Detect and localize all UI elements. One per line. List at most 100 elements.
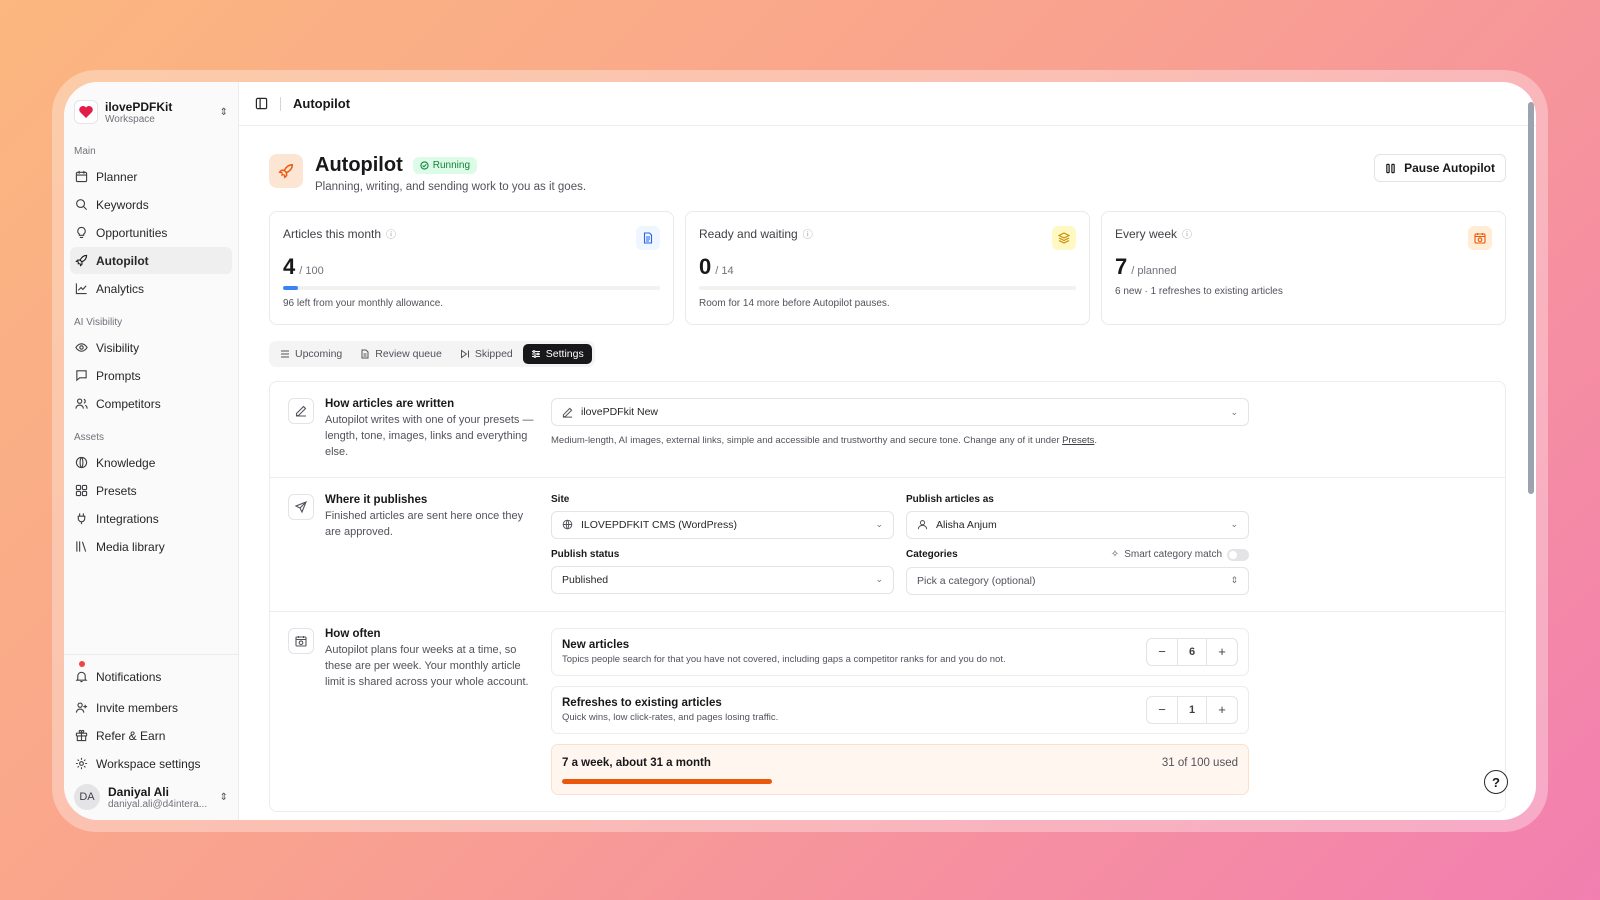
chart-line-icon [75, 283, 87, 295]
sidebar-toggle-icon[interactable] [255, 97, 268, 110]
chevron-down-icon: ⌄ [875, 574, 883, 585]
decrement-button[interactable]: − [1147, 639, 1177, 665]
sidebar-item-visibility[interactable]: Visibility [70, 334, 232, 361]
bell-icon [75, 671, 88, 683]
sidebar-item-media-library[interactable]: Media library [70, 533, 232, 560]
sidebar-item-opportunities[interactable]: Opportunities [70, 219, 232, 246]
sparkles-icon: ✧ [1110, 549, 1120, 561]
pause-icon [1386, 163, 1395, 173]
page-subtitle: Planning, writing, and sending work to y… [315, 181, 587, 193]
smart-category-match: ✧ Smart category match [1110, 548, 1249, 561]
tab-upcoming[interactable]: Upcoming [272, 344, 350, 364]
sidebar-item-competitors[interactable]: Competitors [70, 390, 232, 417]
chevron-up-down-icon: ⇕ [1230, 575, 1238, 586]
help-button[interactable]: ? [1484, 770, 1508, 794]
sidebar-item-knowledge[interactable]: Knowledge [70, 449, 232, 476]
tab-label: Upcoming [295, 348, 343, 360]
stat-value: 7 [1115, 254, 1128, 279]
site-select[interactable]: ILOVEPDFKIT CMS (WordPress) ⌄ [551, 510, 894, 539]
sidebar-item-refer-earn[interactable]: Refer & Earn [70, 722, 232, 749]
user-name: Daniyal Ali [108, 784, 169, 799]
increment-button[interactable]: + [1207, 639, 1237, 665]
card-footnote: 6 new · 1 refreshes to existing articles [1115, 286, 1283, 297]
sidebar-item-label: Media library [96, 539, 165, 554]
tab-label: Settings [545, 348, 584, 360]
sidebar-item-planner[interactable]: Planner [70, 163, 232, 190]
notification-dot [79, 661, 85, 667]
stat-card-every-week: Every week ⓘ 7/ planned 6 new · 1 refresh… [1101, 211, 1506, 325]
smart-label: Smart category match [1124, 549, 1222, 561]
pause-autopilot-button[interactable]: Pause Autopilot [1374, 154, 1506, 182]
stat-value: 4 [283, 254, 296, 279]
sidebar-item-workspace-settings[interactable]: Workspace settings [70, 750, 232, 777]
sidebar-item-label: Knowledge [96, 455, 156, 470]
card-title: Every week [1115, 226, 1178, 241]
sidebar-item-keywords[interactable]: Keywords [70, 191, 232, 218]
sidebar-item-label: Refer & Earn [96, 728, 166, 743]
card-footnote: Room for 14 more before Autopilot pauses… [699, 298, 890, 309]
sidebar-item-invite-members[interactable]: Invite members [70, 694, 232, 721]
workspace-switcher[interactable]: ilovePDFKit Workspace ⇕ [64, 92, 238, 132]
presets-link[interactable]: Presets [1062, 435, 1094, 446]
tab-settings[interactable]: Settings [522, 344, 592, 364]
smart-category-toggle[interactable] [1227, 548, 1249, 561]
row-how-often: How often Autopilot plans four weeks at … [270, 612, 1505, 811]
scrollbar[interactable] [1528, 102, 1534, 494]
usage-bar [562, 778, 1238, 784]
card-footnote: 96 left from your monthly allowance. [283, 298, 444, 309]
info-icon[interactable]: ⓘ [386, 226, 396, 241]
chevron-up-down-icon: ⇕ [219, 791, 228, 803]
user-menu[interactable]: DA Daniyal Ali daniyal.ali@d4intera... ⇕ [64, 778, 238, 820]
increment-button[interactable]: + [1207, 697, 1237, 723]
publish-status-select[interactable]: Published ⌄ [551, 565, 894, 594]
globe-icon [75, 456, 88, 469]
stat-total: / 100 [299, 265, 324, 277]
info-icon[interactable]: ⓘ [1182, 226, 1192, 241]
stepper-value[interactable]: 6 [1177, 638, 1207, 665]
sidebar-item-analytics[interactable]: Analytics [70, 275, 232, 302]
hint-text: Medium-length, AI images, external links… [551, 435, 1063, 446]
publish-as-label: Publish articles as [906, 493, 994, 505]
preset-select[interactable]: ilovePDFkit New ⌄ [551, 398, 1249, 426]
info-icon[interactable]: ⓘ [803, 226, 813, 241]
sidebar-item-label: Visibility [96, 340, 140, 355]
category-select[interactable]: Pick a category (optional) ⇕ [906, 566, 1249, 595]
send-icon [288, 493, 314, 520]
sidebar-item-notifications[interactable]: Notifications [70, 661, 232, 690]
lightbulb-icon [77, 226, 86, 238]
sidebar-item-prompts[interactable]: Prompts [70, 362, 232, 389]
new-articles-control: New articles Topics people search for th… [551, 627, 1249, 676]
sidebar-item-label: Analytics [96, 281, 145, 296]
section-title: Where it publishes [325, 493, 428, 506]
section-description: Autopilot plans four weeks at a time, so… [325, 643, 529, 688]
section-title: How articles are written [325, 398, 455, 410]
stepper-value[interactable]: 1 [1177, 696, 1207, 723]
sliders-icon [531, 350, 540, 358]
row-where-publishes: Where it publishes Finished articles are… [270, 478, 1505, 612]
pencil-icon [562, 407, 573, 418]
sidebar: ilovePDFKit Workspace ⇕ Main Planner Key… [64, 82, 239, 820]
section-label-main: Main [74, 146, 96, 157]
sidebar-item-label: Keywords [96, 197, 149, 212]
tab-review-queue[interactable]: Review queue [352, 344, 450, 364]
decrement-button[interactable]: − [1147, 697, 1177, 723]
window-frame: ilovePDFKit Workspace ⇕ Main Planner Key… [52, 70, 1548, 832]
select-value: ILOVEPDFKIT CMS (WordPress) [581, 518, 737, 531]
sidebar-item-label: Integrations [96, 511, 159, 526]
skip-icon [460, 349, 469, 359]
author-select[interactable]: Alisha Anjum ⌄ [906, 510, 1249, 539]
chevron-down-icon: ⌄ [1230, 519, 1238, 530]
sidebar-item-integrations[interactable]: Integrations [70, 505, 232, 532]
select-placeholder: Pick a category (optional) [917, 574, 1036, 587]
tab-skipped[interactable]: Skipped [452, 344, 521, 364]
sidebar-item-label: Workspace settings [96, 756, 201, 771]
sidebar-item-presets[interactable]: Presets [70, 477, 232, 504]
gift-icon [75, 729, 88, 742]
sidebar-item-autopilot[interactable]: Autopilot [70, 247, 232, 274]
select-value: ilovePDFkit New [581, 406, 659, 418]
chevron-down-icon: ⌄ [875, 519, 883, 530]
sidebar-item-label: Competitors [96, 396, 161, 411]
publish-status-label: Publish status [551, 548, 620, 560]
freq-description: Quick wins, low click-rates, and pages l… [562, 711, 779, 723]
progress-bar [283, 286, 660, 290]
